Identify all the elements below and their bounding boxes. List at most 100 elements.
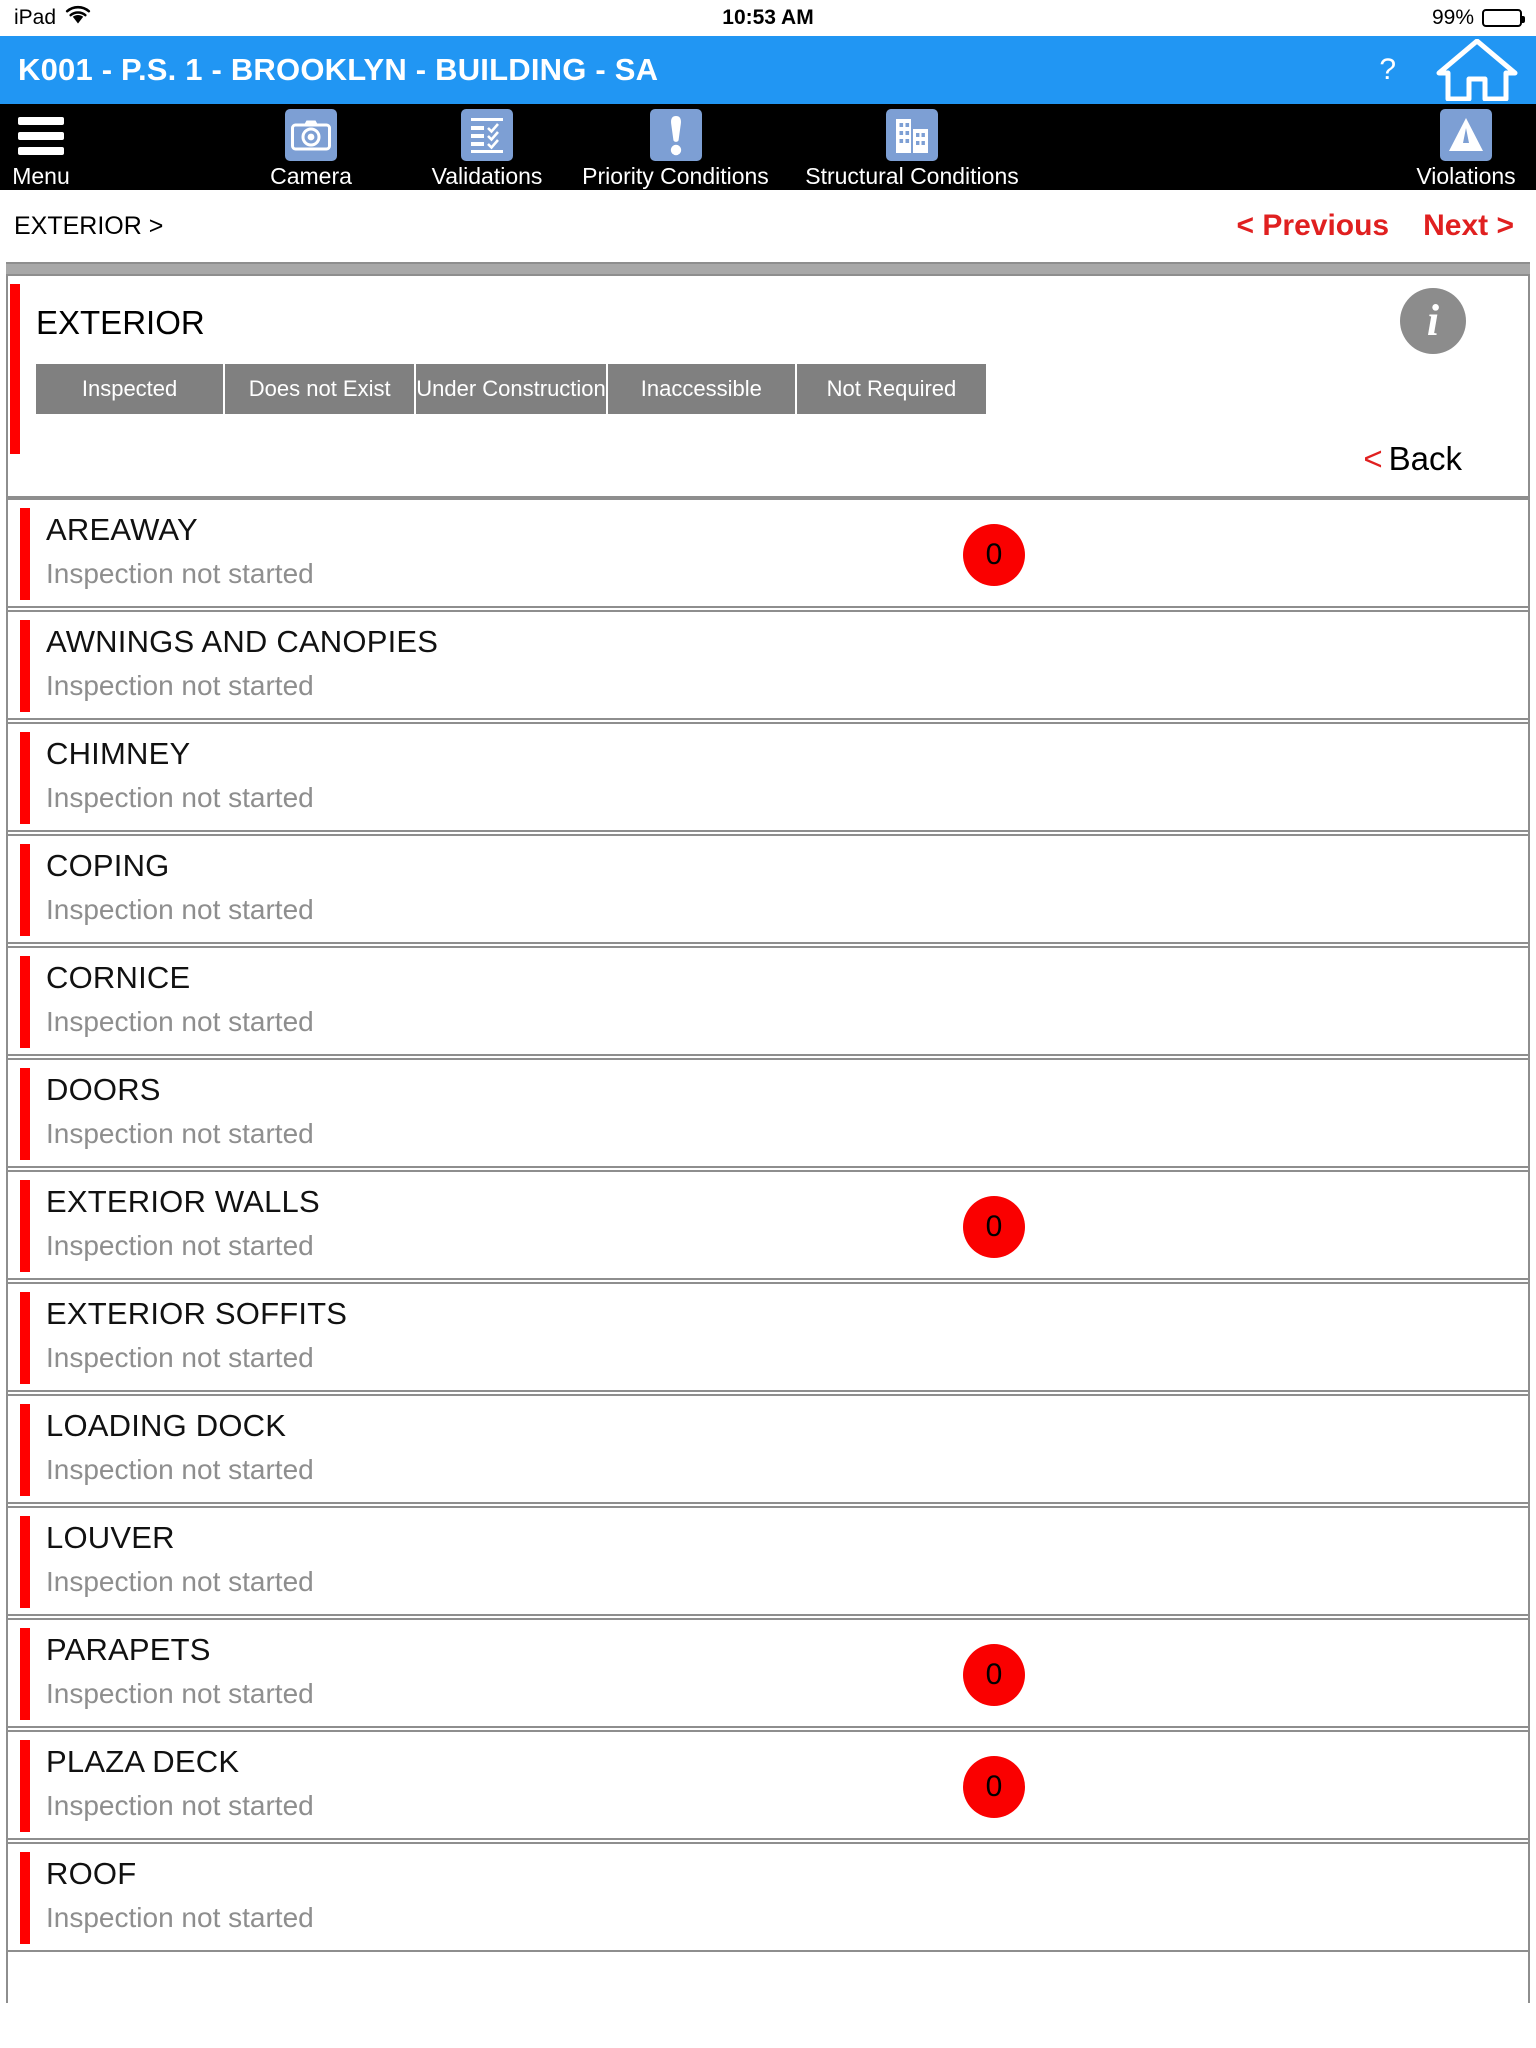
record-navigation: < Previous Next > xyxy=(1237,209,1522,243)
list-item[interactable]: AWNINGS AND CANOPIES Inspection not start… xyxy=(8,610,1528,720)
toolbar-item-priority-conditions[interactable]: Priority Conditions xyxy=(578,104,773,190)
list-item[interactable]: PLAZA DECK Inspection not started 0 xyxy=(8,1730,1528,1840)
back-label: Back xyxy=(1388,440,1462,477)
list-item[interactable]: COPING Inspection not started xyxy=(8,834,1528,944)
list-item-title: CORNICE xyxy=(46,960,191,995)
segment-not-required[interactable]: Not Required xyxy=(796,364,987,414)
list-item-title: CHIMNEY xyxy=(46,736,191,771)
back-button[interactable]: < Back xyxy=(1363,440,1462,478)
row-accent-bar xyxy=(20,844,30,936)
toolbar-label-camera: Camera xyxy=(270,163,352,189)
panel-top-divider xyxy=(6,262,1530,276)
hamburger-menu-icon xyxy=(18,111,64,161)
list-item-title: AWNINGS AND CANOPIES xyxy=(46,624,439,659)
row-accent-bar xyxy=(20,1292,30,1384)
toolbar-label-menu: Menu xyxy=(12,163,70,189)
list-item-status: Inspection not started xyxy=(46,782,314,813)
list-item-status: Inspection not started xyxy=(46,894,314,925)
status-badge[interactable]: 0 xyxy=(963,1196,1025,1258)
list-item-status: Inspection not started xyxy=(46,1790,314,1821)
list-item[interactable]: AREAWAY Inspection not started 0 xyxy=(8,498,1528,608)
status-badge[interactable]: 0 xyxy=(963,524,1025,586)
home-icon[interactable] xyxy=(1436,38,1518,106)
segment-inspected[interactable]: Inspected xyxy=(36,364,226,414)
status-bar-right: 99% xyxy=(1431,6,1525,30)
toolbar-label-priority-conditions: Priority Conditions xyxy=(582,163,769,189)
status-badge[interactable]: 0 xyxy=(963,1756,1025,1818)
list-item-status: Inspection not started xyxy=(46,558,314,589)
exclamation-icon xyxy=(649,109,702,161)
battery-percent-label: 99% xyxy=(1431,6,1474,29)
list-item[interactable]: ROOF Inspection not started xyxy=(8,1842,1528,1952)
list-item-status: Inspection not started xyxy=(46,1678,314,1709)
building-icon xyxy=(886,109,938,161)
next-button[interactable]: Next > xyxy=(1423,209,1514,243)
list-item-title: AREAWAY xyxy=(46,512,198,547)
info-icon[interactable]: i xyxy=(1400,288,1466,354)
row-accent-bar xyxy=(20,1180,30,1272)
list-item[interactable]: DOORS Inspection not started xyxy=(8,1058,1528,1168)
list-item-title: PARAPETS xyxy=(46,1632,211,1667)
row-accent-bar xyxy=(20,1740,30,1832)
previous-button[interactable]: < Previous xyxy=(1237,209,1390,243)
status-bar-clock: 10:53 AM xyxy=(722,6,814,29)
battery-icon xyxy=(1482,9,1525,27)
status-badge[interactable]: 0 xyxy=(963,1644,1025,1706)
list-item-status: Inspection not started xyxy=(46,1006,314,1037)
segment-under-construction[interactable]: Under Construction xyxy=(416,364,608,414)
row-accent-bar xyxy=(20,620,30,712)
row-accent-bar xyxy=(20,1852,30,1944)
list-item-title: EXTERIOR SOFFITS xyxy=(46,1296,348,1331)
list-item[interactable]: PARAPETS Inspection not started 0 xyxy=(8,1618,1528,1728)
ios-status-bar: iPad 10:53 AM 99% xyxy=(0,0,1536,36)
inspection-item-list[interactable]: AREAWAY Inspection not started 0 AWNINGS AN… xyxy=(8,498,1528,1952)
camera-icon xyxy=(285,109,337,161)
breadcrumb[interactable]: EXTERIOR > xyxy=(14,212,163,241)
inspection-status-segmented-control: Inspected Does not Exist Under Construct… xyxy=(36,364,987,414)
app-title-bar: K001 - P.S. 1 - BROOKLYN - BUILDING - SA… xyxy=(0,36,1536,104)
toolbar-label-validations: Validations xyxy=(431,163,543,189)
list-item[interactable]: LOADING DOCK Inspection not started xyxy=(8,1394,1528,1504)
list-item-title: LOUVER xyxy=(46,1520,175,1555)
list-item[interactable]: EXTERIOR SOFFITS Inspection not started xyxy=(8,1282,1528,1392)
breadcrumb-bar: EXTERIOR > < Previous Next > xyxy=(0,190,1536,262)
list-item-status: Inspection not started xyxy=(46,1902,314,1933)
list-item[interactable]: CHIMNEY Inspection not started xyxy=(8,722,1528,832)
row-accent-bar xyxy=(20,1068,30,1160)
main-toolbar: Menu Camera Validations Priority Conditi… xyxy=(0,104,1536,190)
segment-inaccessible[interactable]: Inaccessible xyxy=(607,364,797,414)
toolbar-item-camera[interactable]: Camera xyxy=(243,104,379,190)
row-accent-bar xyxy=(20,1628,30,1720)
toolbar-item-validations[interactable]: Validations xyxy=(420,104,554,190)
status-bar-left: iPad xyxy=(14,5,91,31)
toolbar-item-violations[interactable]: Violations xyxy=(1396,104,1536,190)
title-bar-actions: ? xyxy=(1379,35,1518,106)
list-item-title: ROOF xyxy=(46,1856,137,1891)
list-item-status: Inspection not started xyxy=(46,1566,314,1597)
toolbar-label-violations: Violations xyxy=(1416,163,1516,189)
toolbar-label-structural-conditions: Structural Conditions xyxy=(805,163,1019,189)
row-accent-bar xyxy=(20,508,30,600)
wifi-icon xyxy=(65,5,91,31)
list-item[interactable]: EXTERIOR WALLS Inspection not started 0 xyxy=(8,1170,1528,1280)
back-row: < Back xyxy=(8,414,1528,496)
list-item-status: Inspection not started xyxy=(46,1454,314,1485)
row-accent-bar xyxy=(20,1516,30,1608)
row-accent-bar xyxy=(20,1404,30,1496)
section-title: EXTERIOR xyxy=(36,304,205,341)
toolbar-item-menu[interactable]: Menu xyxy=(0,104,82,190)
back-chevron-icon: < xyxy=(1363,440,1383,477)
segment-does-not-exist[interactable]: Does not Exist xyxy=(225,364,417,414)
list-item[interactable]: LOUVER Inspection not started xyxy=(8,1506,1528,1616)
list-item-status: Inspection not started xyxy=(46,1342,314,1373)
section-header-card: i EXTERIOR Inspected Does not Exist Unde… xyxy=(8,276,1528,498)
list-item-title: EXTERIOR WALLS xyxy=(46,1184,320,1219)
list-item[interactable]: CORNICE Inspection not started xyxy=(8,946,1528,1056)
toolbar-item-structural-conditions[interactable]: Structural Conditions xyxy=(800,104,1024,190)
row-accent-bar xyxy=(20,732,30,824)
row-accent-bar xyxy=(20,956,30,1048)
help-icon[interactable]: ? xyxy=(1379,55,1396,85)
list-item-title: DOORS xyxy=(46,1072,161,1107)
warning-triangle-icon xyxy=(1440,109,1492,161)
list-item-title: PLAZA DECK xyxy=(46,1744,240,1779)
